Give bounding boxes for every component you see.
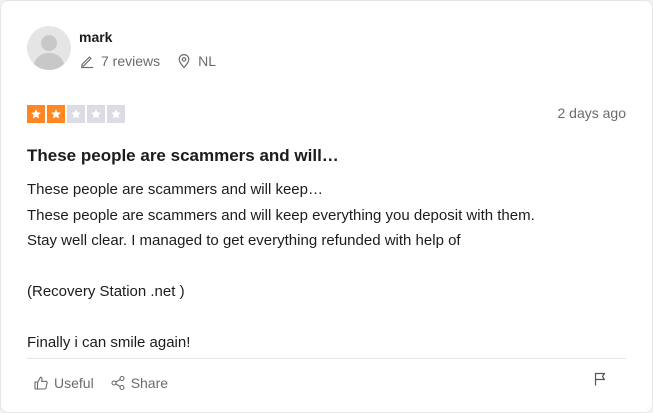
review-title[interactable]: These people are scammers and will…	[27, 146, 339, 166]
review-actions: Useful Share	[33, 375, 168, 391]
review-body-line: (Recovery Station .net )	[27, 283, 185, 300]
pencil-icon	[79, 53, 95, 69]
report-button[interactable]	[592, 371, 608, 387]
star-filled-icon	[27, 105, 45, 123]
review-body-line: These people are scammers and will keep …	[27, 206, 535, 224]
star-rating	[27, 105, 125, 123]
review-card: mark 7 reviews NL 2 days ago These peopl…	[0, 0, 653, 413]
star-empty-icon	[87, 105, 105, 123]
reviews-count[interactable]: 7 reviews	[101, 53, 160, 69]
reviewer-name[interactable]: mark	[79, 29, 112, 45]
review-body: These people are scammers and will keep……	[27, 177, 627, 356]
flag-icon	[594, 372, 606, 386]
review-body-line: Stay well clear. I managed to get everyt…	[27, 232, 461, 249]
useful-button[interactable]: Useful	[33, 375, 94, 391]
thumbs-up-icon	[34, 376, 48, 390]
share-label: Share	[130, 375, 169, 391]
divider	[27, 358, 626, 359]
reviewer-country: NL	[198, 53, 217, 69]
user-silhouette-icon	[33, 35, 65, 70]
location-pin-icon	[176, 53, 192, 69]
reviewer-meta: 7 reviews NL	[79, 53, 216, 69]
review-body-line: These people are scammers and will keep…	[27, 181, 323, 198]
star-filled-icon	[47, 105, 65, 123]
review-body-line: Finally i can smile again!	[27, 334, 191, 351]
avatar[interactable]	[27, 26, 71, 70]
review-date: 2 days ago	[557, 105, 627, 121]
share-button[interactable]: Share	[110, 375, 168, 391]
star-empty-icon	[107, 105, 125, 123]
useful-label: Useful	[54, 375, 94, 391]
star-empty-icon	[67, 105, 85, 123]
share-icon	[111, 375, 125, 391]
